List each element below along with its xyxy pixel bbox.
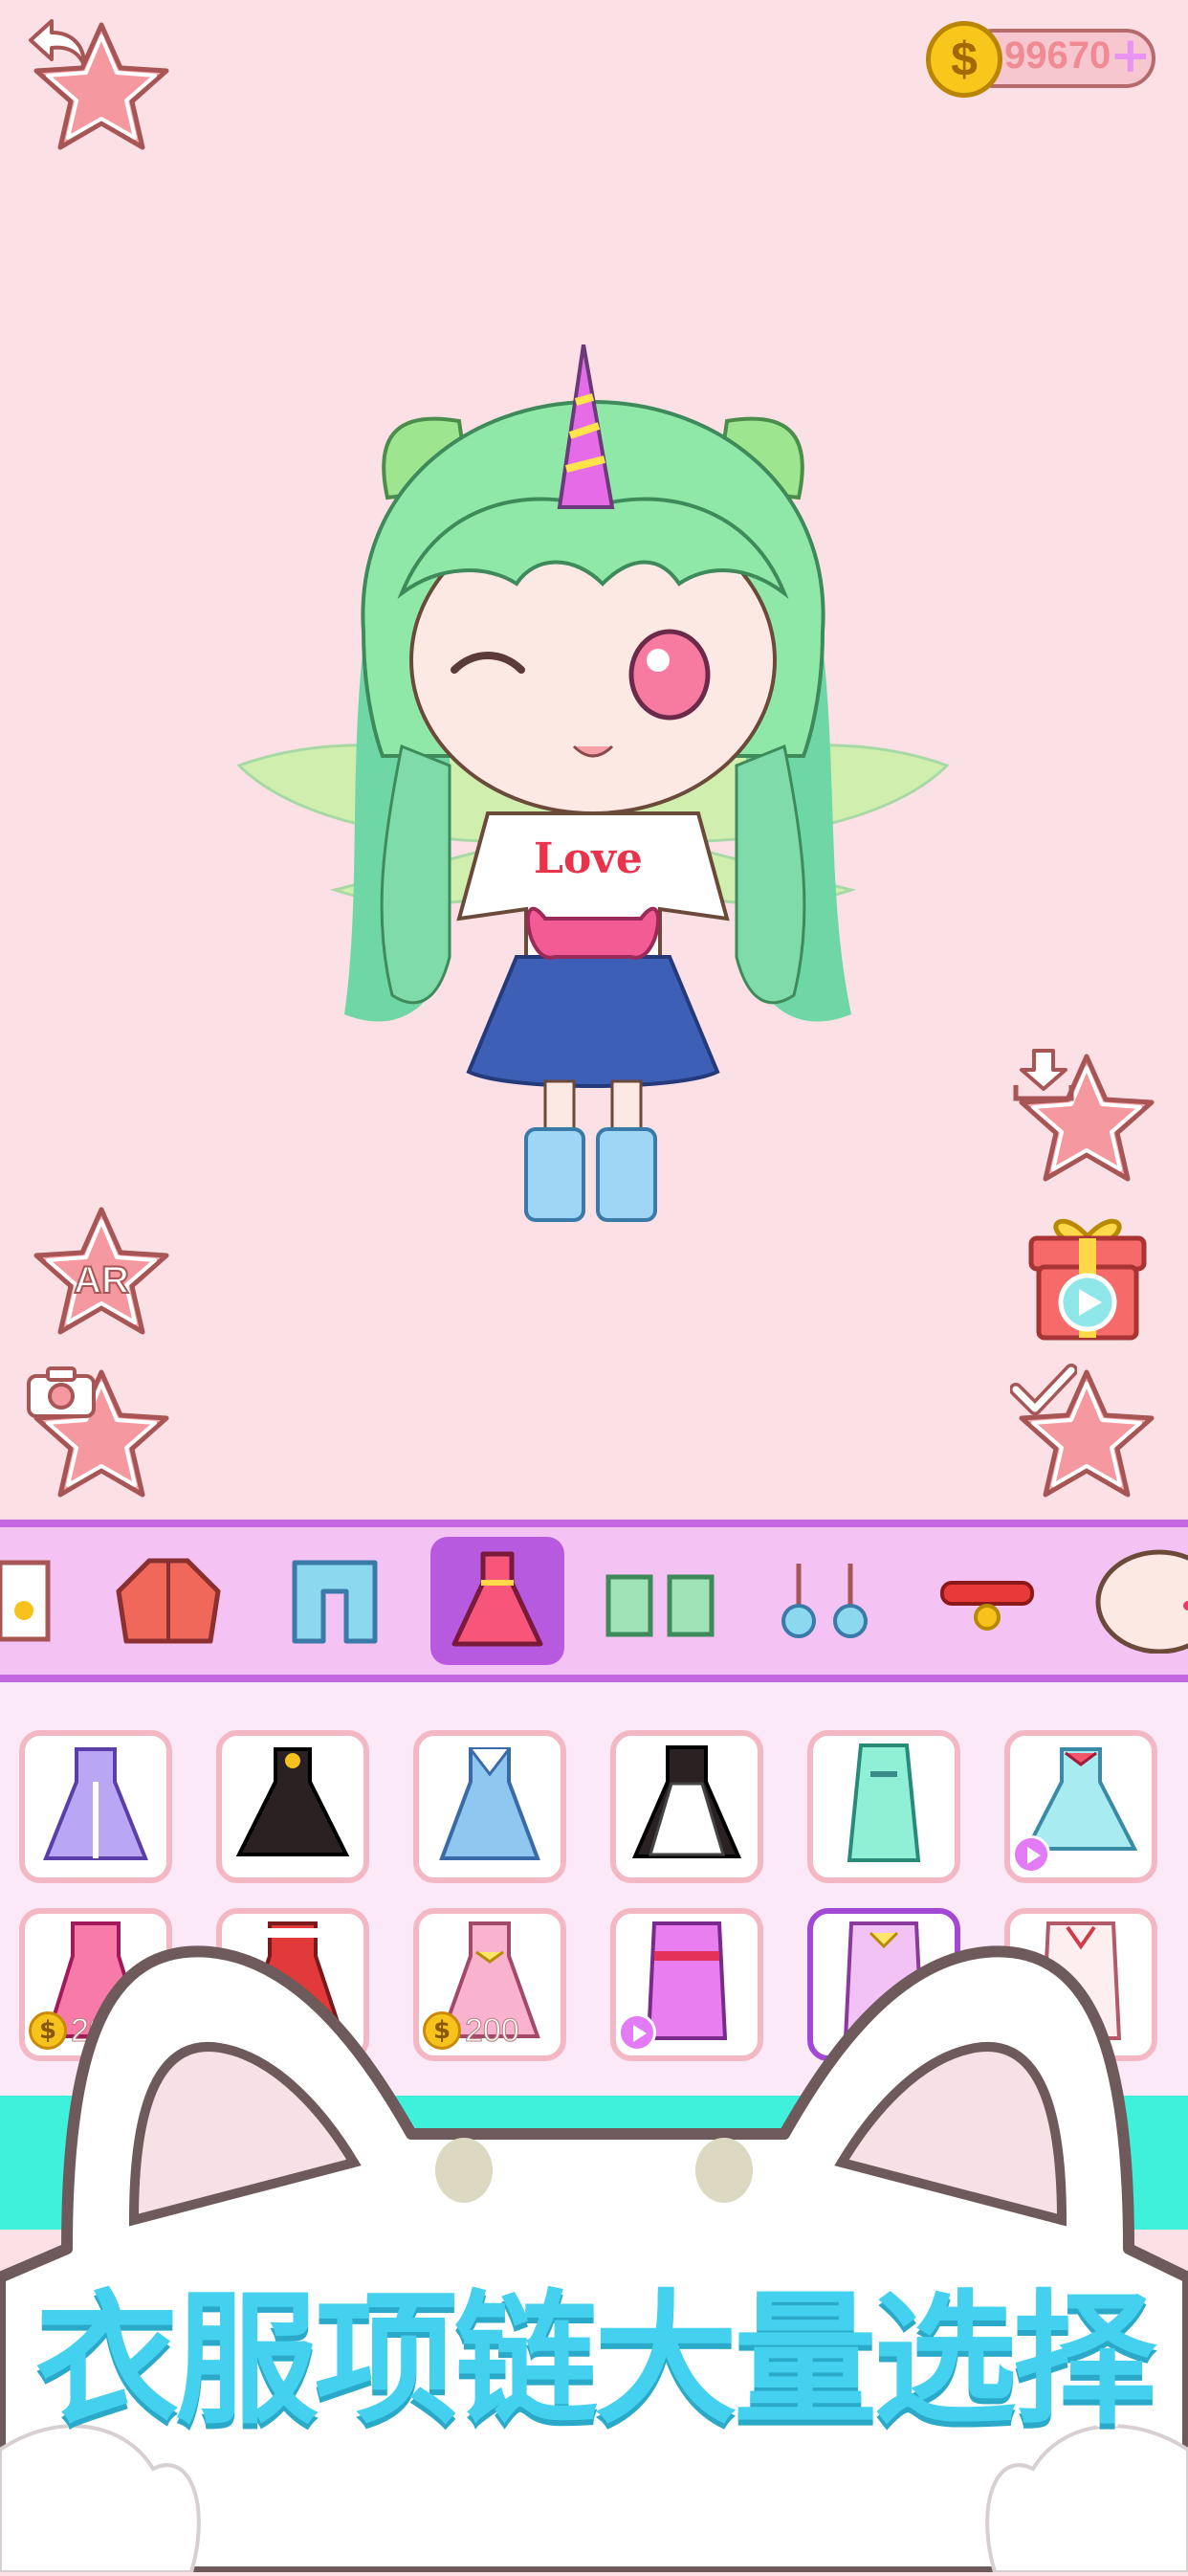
character-avatar: Love	[230, 344, 957, 1225]
coin-icon: $	[926, 21, 1002, 98]
tab-dress[interactable]	[430, 1537, 564, 1665]
promo-banner-text: 衣服项链大量选择	[33, 2275, 1159, 2447]
camera-button[interactable]	[25, 1363, 178, 1516]
tab-top[interactable]	[0, 1537, 77, 1665]
sailor-dress-icon	[439, 1747, 540, 1860]
item-sailor-dress[interactable]	[413, 1730, 566, 1883]
tab-necklace[interactable]	[920, 1537, 1054, 1665]
camera-icon	[25, 1363, 178, 1516]
tab-pants[interactable]	[268, 1537, 402, 1665]
maid-dress-icon	[631, 1745, 742, 1858]
tab-shoes[interactable]	[593, 1537, 727, 1665]
face-icon	[1095, 1549, 1188, 1654]
necklace-icon	[940, 1581, 1034, 1631]
item-maid-dress[interactable]	[610, 1730, 763, 1883]
category-tab-bar	[0, 1520, 1188, 1682]
previous-row-strip	[0, 1682, 1188, 1703]
mint-hanfu-icon	[847, 1743, 921, 1862]
video-badge-icon	[1012, 1835, 1050, 1874]
checkmark-icon	[1010, 1363, 1163, 1516]
gift-video-icon	[1028, 1218, 1147, 1341]
tab-jacket[interactable]	[101, 1537, 235, 1665]
tab-face[interactable]	[1083, 1537, 1188, 1665]
coin-count: 99670	[1004, 34, 1111, 77]
shoes-icon	[605, 1574, 715, 1637]
download-button[interactable]	[1010, 1047, 1163, 1200]
add-coins-icon[interactable]: +	[1110, 27, 1152, 84]
coin-symbol: $	[951, 33, 978, 86]
coin-balance[interactable]: $ 99670 +	[926, 21, 1161, 98]
top-icon	[0, 1560, 51, 1642]
confirm-button[interactable]	[1010, 1363, 1163, 1516]
ar-label: AR	[73, 1258, 130, 1302]
pants-icon	[292, 1560, 378, 1644]
back-arrow-icon	[25, 15, 178, 168]
gift-video-button[interactable]	[1025, 1210, 1150, 1344]
dress-icon	[451, 1551, 543, 1647]
earrings-icon	[781, 1564, 868, 1638]
tab-earrings[interactable]	[758, 1537, 891, 1665]
shirt-text: Love	[534, 834, 643, 883]
black-dress-icon	[235, 1747, 350, 1856]
download-icon	[1010, 1047, 1163, 1200]
item-mint-hanfu[interactable]	[807, 1730, 960, 1883]
purple-dress-icon	[43, 1747, 148, 1860]
ar-button[interactable]: AR	[25, 1200, 178, 1353]
jacket-icon	[116, 1558, 221, 1644]
item-black-dress[interactable]	[216, 1730, 369, 1883]
item-purple-dress[interactable]	[19, 1730, 172, 1883]
item-watermelon-dress[interactable]	[1004, 1730, 1157, 1883]
back-button[interactable]	[25, 15, 178, 168]
